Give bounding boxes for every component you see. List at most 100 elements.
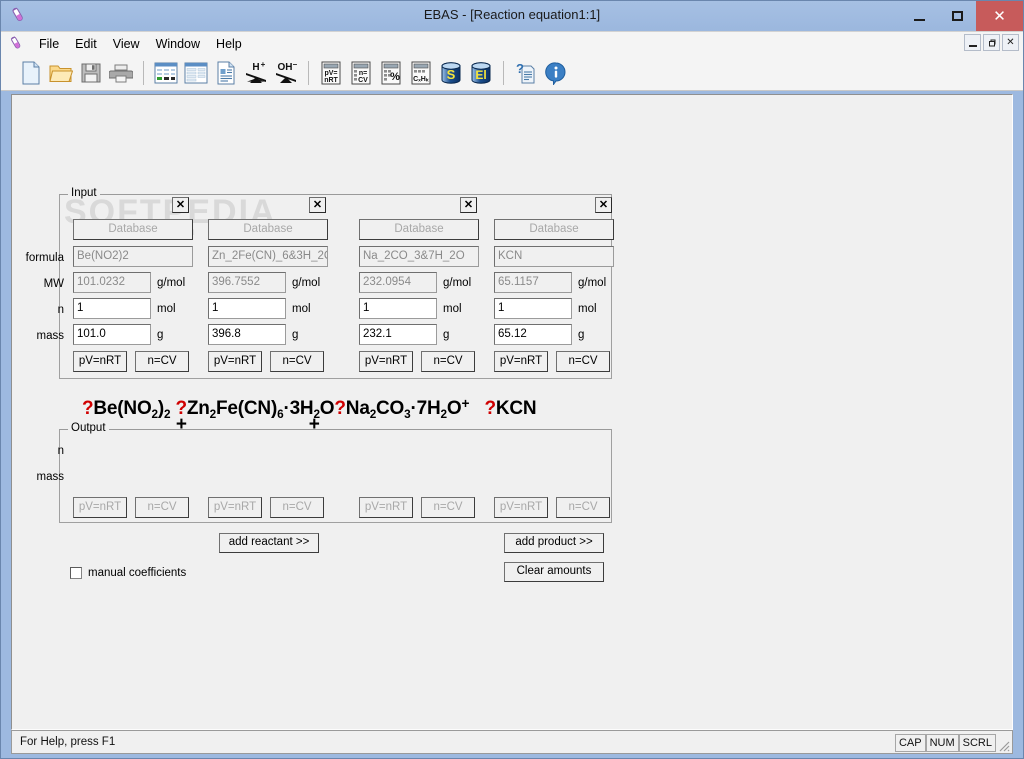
calc-percent-icon[interactable]: % xyxy=(377,59,405,87)
clear-amounts-button[interactable]: Clear amounts xyxy=(504,562,604,582)
minimize-button[interactable] xyxy=(900,1,938,31)
status-message: For Help, press F1 xyxy=(20,736,116,748)
reaction-equation-icon[interactable] xyxy=(152,59,180,87)
unit-n-4: mol xyxy=(578,303,597,315)
calc-ncv-icon[interactable]: n= CV xyxy=(347,59,375,87)
unit-mw-2: g/mol xyxy=(292,277,321,289)
mdi-restore-button[interactable] xyxy=(983,34,1000,51)
output-ncv-1-button[interactable]: n=CV xyxy=(135,497,189,518)
resize-grip[interactable] xyxy=(996,738,1010,752)
maximize-button[interactable] xyxy=(938,1,976,31)
output-pvnrt-2-button[interactable]: pV=nRT xyxy=(208,497,262,518)
output-ncv-4-button[interactable]: n=CV xyxy=(556,497,610,518)
add-reactant-button[interactable]: add reactant >> xyxy=(219,533,319,553)
formula-4-field[interactable]: KCN xyxy=(494,246,614,267)
remove-substance-1-button[interactable]: ✕ xyxy=(172,197,189,213)
n-1-field[interactable]: 1 xyxy=(73,298,151,319)
n-4-field[interactable]: 1 xyxy=(494,298,572,319)
ncv-3-button[interactable]: n=CV xyxy=(421,351,475,372)
toolbar-separator xyxy=(308,60,309,85)
ncv-1-button[interactable]: n=CV xyxy=(135,351,189,372)
database-4-button[interactable]: Database xyxy=(494,219,614,240)
close-button[interactable]: ✕ xyxy=(976,1,1023,31)
pvnrt-2-button[interactable]: pV=nRT xyxy=(208,351,262,372)
document-text-icon[interactable] xyxy=(212,59,240,87)
manual-coefficients-row[interactable]: manual coefficients xyxy=(70,567,186,579)
ncv-4-button[interactable]: n=CV xyxy=(556,351,610,372)
mass-1-field[interactable]: 101.0 xyxy=(73,324,151,345)
table-list-icon[interactable] xyxy=(182,59,210,87)
unit-mass-2: g xyxy=(292,329,299,341)
mw-2-field[interactable]: 396.7552 xyxy=(208,272,286,293)
svg-text:CₓHₖ: CₓHₖ xyxy=(413,76,429,83)
output-group-title: Output xyxy=(68,422,109,434)
mass-3-field[interactable]: 232.1 xyxy=(359,324,437,345)
n-2-field[interactable]: 1 xyxy=(208,298,286,319)
menu-item-help[interactable]: Help xyxy=(208,34,250,54)
unit-n-2: mol xyxy=(292,303,311,315)
svg-text:H: H xyxy=(252,62,259,73)
pvnrt-3-button[interactable]: pV=nRT xyxy=(359,351,413,372)
window-caption-buttons: ✕ xyxy=(900,1,1023,31)
label-mass: mass xyxy=(36,330,64,342)
output-ncv-3-button[interactable]: n=CV xyxy=(421,497,475,518)
mass-2-field[interactable]: 396.8 xyxy=(208,324,286,345)
mass-4-field[interactable]: 65.12 xyxy=(494,324,572,345)
remove-substance-2-button[interactable]: ✕ xyxy=(309,197,326,213)
remove-substance-3-button[interactable]: ✕ xyxy=(460,197,477,213)
database-2-button[interactable]: Database xyxy=(208,219,328,240)
database-1-button[interactable]: Database xyxy=(73,219,193,240)
new-document-icon[interactable] xyxy=(17,59,45,87)
svg-text:–: – xyxy=(293,60,298,69)
svg-text:nRT: nRT xyxy=(324,77,338,84)
database-elements-icon[interactable]: El xyxy=(467,59,495,87)
menu-item-file[interactable]: File xyxy=(31,34,67,54)
output-ncv-2-button[interactable]: n=CV xyxy=(270,497,324,518)
toolbar-separator xyxy=(143,60,144,85)
mw-4-field[interactable]: 65.1157 xyxy=(494,272,572,293)
window-title: EBAS - [Reaction equation1:1] xyxy=(423,7,601,22)
add-product-button[interactable]: add product >> xyxy=(504,533,604,553)
database-3-button[interactable]: Database xyxy=(359,219,479,240)
output-pvnrt-4-button[interactable]: pV=nRT xyxy=(494,497,548,518)
pvnrt-4-button[interactable]: pV=nRT xyxy=(494,351,548,372)
menu-bar: File Edit View Window Help ✕ xyxy=(1,31,1023,55)
menu-item-edit[interactable]: Edit xyxy=(67,34,105,54)
about-info-icon[interactable] xyxy=(542,59,570,87)
unit-n-1: mol xyxy=(157,303,176,315)
label-formula: formula xyxy=(25,252,64,264)
save-floppy-icon[interactable] xyxy=(77,59,105,87)
label-n: n xyxy=(57,304,64,316)
base-titration-icon[interactable]: OH – xyxy=(272,59,300,87)
formula-1-field[interactable]: Be(NO2)2 xyxy=(73,246,193,267)
unit-mass-4: g xyxy=(578,329,585,341)
n-3-field[interactable]: 1 xyxy=(359,298,437,319)
ncv-2-button[interactable]: n=CV xyxy=(270,351,324,372)
menu-item-window[interactable]: Window xyxy=(148,34,208,54)
database-substances-icon[interactable]: S xyxy=(437,59,465,87)
remove-substance-4-button[interactable]: ✕ xyxy=(595,197,612,213)
open-folder-icon[interactable] xyxy=(47,59,75,87)
output-pvnrt-1-button[interactable]: pV=nRT xyxy=(73,497,127,518)
mdi-minimize-button[interactable] xyxy=(964,34,981,51)
formula-2-field[interactable]: Zn_2Fe(CN)_6&3H_2O xyxy=(208,246,328,267)
mdi-close-button[interactable]: ✕ xyxy=(1002,34,1019,51)
pvnrt-1-button[interactable]: pV=nRT xyxy=(73,351,127,372)
help-topics-icon[interactable]: ? xyxy=(512,59,540,87)
mw-3-field[interactable]: 232.0954 xyxy=(359,272,437,293)
application-window: EBAS - [Reaction equation1:1] ✕ File Edi… xyxy=(0,0,1024,759)
calc-organic-icon[interactable]: CₓHₖ xyxy=(407,59,435,87)
acid-titration-icon[interactable]: H + xyxy=(242,59,270,87)
mw-1-field[interactable]: 101.0232 xyxy=(73,272,151,293)
calc-pvnrt-icon[interactable]: pV= nRT xyxy=(317,59,345,87)
unit-mass-3: g xyxy=(443,329,450,341)
formula-3-field[interactable]: Na_2CO_3&7H_2O xyxy=(359,246,479,267)
status-indicators: CAP NUM SCRL xyxy=(894,734,996,752)
menu-item-view[interactable]: View xyxy=(105,34,148,54)
output-pvnrt-3-button[interactable]: pV=nRT xyxy=(359,497,413,518)
toolbar-separator xyxy=(503,60,504,85)
manual-coefficients-checkbox[interactable] xyxy=(70,567,82,579)
print-icon[interactable] xyxy=(107,59,135,87)
svg-text:+: + xyxy=(261,60,266,69)
svg-text:El: El xyxy=(475,68,486,82)
